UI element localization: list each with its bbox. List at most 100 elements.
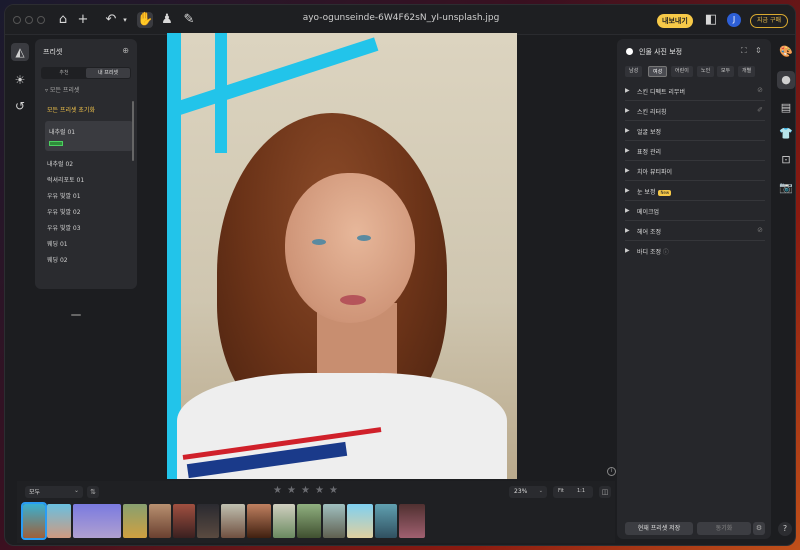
preset-item[interactable]: 내추럴 01	[49, 127, 75, 136]
filmstrip-thumb[interactable]	[73, 504, 121, 538]
preset-item[interactable]: 내추럴 02	[47, 159, 73, 168]
tab-individual[interactable]: 개별	[738, 66, 756, 77]
filmstrip-thumb[interactable]	[347, 504, 373, 538]
star-icon[interactable]: ★	[329, 485, 338, 496]
preset-filter[interactable]: ▿ 모든 프리셋	[45, 85, 79, 94]
chevron-right-icon: ▶	[625, 167, 630, 174]
preset-item[interactable]: 우유 빛깔 01	[47, 191, 81, 200]
filmstrip-thumb[interactable]	[221, 504, 245, 538]
history-icon[interactable]: ↺	[11, 97, 29, 115]
help-circle-icon[interactable]: ⓘ	[663, 249, 669, 256]
section-label: 바디 조정 ⓘ	[637, 247, 669, 256]
camera-icon[interactable]: 📷	[777, 179, 795, 197]
photo-teal-beam	[167, 37, 379, 119]
reset-all-presets-button[interactable]: 모든 프리셋 초기화	[47, 105, 95, 114]
filter-select-value: 모두	[29, 489, 41, 496]
filmstrip-thumb[interactable]	[375, 504, 397, 538]
section-body[interactable]: ▶ 바디 조정 ⓘ	[625, 243, 765, 261]
chevron-down-icon: ⌄	[73, 487, 79, 494]
buy-now-button[interactable]: 지금 구매	[750, 14, 788, 28]
star-icon[interactable]: ★	[273, 485, 282, 496]
fit-group: Fit 1:1	[553, 486, 593, 498]
edit-icon[interactable]: ⊘	[757, 86, 763, 94]
section-face-correction[interactable]: ▶ 얼굴 보정	[625, 123, 765, 141]
section-skin-retouching[interactable]: ▶ 스킨 리터칭 ✐	[625, 103, 765, 121]
background-icon[interactable]: ▤	[777, 99, 795, 117]
star-icon[interactable]: ★	[315, 485, 324, 496]
tab-senior[interactable]: 노인	[697, 66, 715, 77]
title-bar: ⌂ + ↶ ▾ ✋ ♟ ✎ ayo-ogunseinde-6W4F62sN_yI…	[5, 5, 795, 35]
section-label: 헤어 조정	[637, 229, 661, 236]
palette-icon[interactable]: 🎨	[777, 43, 795, 61]
preset-item[interactable]: 럭셔리포토 01	[47, 175, 84, 184]
preset-item[interactable]: 웨딩 01	[47, 239, 68, 248]
filmstrip-thumb[interactable]	[197, 504, 219, 538]
sync-settings-icon[interactable]: ⚙	[753, 522, 765, 535]
preset-item[interactable]: 우유 빛깔 02	[47, 207, 81, 216]
sort-icon[interactable]: ⇅	[87, 486, 99, 498]
main-photo-canvas[interactable]	[167, 33, 517, 479]
tab-my-presets[interactable]: 내 프리셋	[86, 68, 130, 78]
preset-item[interactable]: 우유 빛깔 03	[47, 223, 81, 232]
section-skin-defect-remover[interactable]: ▶ 스킨 디펙트 리무버 ⊘	[625, 83, 765, 101]
fit-button[interactable]: Fit	[558, 488, 564, 494]
filmstrip-thumb[interactable]	[149, 504, 171, 538]
chevron-right-icon: ▶	[625, 107, 630, 114]
section-hair[interactable]: ▶ 헤어 조정 ⊘	[625, 223, 765, 241]
portrait-face-icon	[626, 48, 633, 55]
photo-eye-right	[357, 235, 371, 241]
new-badge: New	[658, 189, 672, 196]
photo-eye-left	[312, 239, 326, 245]
edit-icon[interactable]: ⊘	[757, 226, 763, 234]
compare-split-icon[interactable]: ◧	[703, 12, 719, 28]
help-icon[interactable]: ?	[778, 522, 792, 536]
tab-female[interactable]: 여성	[648, 66, 668, 77]
tab-child[interactable]: 어린이	[671, 66, 693, 77]
zoom-value: 23%	[514, 488, 528, 495]
zoom-select[interactable]: 23% ⌄	[509, 486, 547, 498]
section-label: 스킨 디펙트 리무버	[637, 89, 685, 96]
export-button[interactable]: 내보내기	[657, 14, 693, 28]
save-current-preset-button[interactable]: 현재 프리셋 저장	[625, 522, 693, 535]
swap-icon[interactable]: ⇕	[755, 46, 762, 55]
section-teeth-beautify[interactable]: ▶ 치아 뷰티파이	[625, 163, 765, 181]
portrait-panel: 인물 사진 보정 ⛶ ⇕ 남성 여성 어린이 노인 모두 개별 ▶ 스킨 디펙트…	[617, 39, 771, 539]
actual-size-button[interactable]: 1:1	[577, 488, 585, 494]
adjust-sun-icon[interactable]: ☀	[11, 71, 29, 89]
filmstrip-thumb[interactable]	[173, 504, 195, 538]
star-icon[interactable]: ★	[287, 485, 296, 496]
tab-all[interactable]: 모두	[717, 66, 735, 77]
preset-item[interactable]: 웨딩 02	[47, 255, 68, 264]
filmstrip-thumb[interactable]	[247, 504, 271, 538]
tab-male[interactable]: 남성	[625, 66, 643, 77]
star-icon[interactable]: ★	[301, 485, 310, 496]
face-detect-icon[interactable]: ⛶	[741, 46, 747, 56]
brush-icon[interactable]: ✐	[757, 106, 763, 114]
section-eye-correction[interactable]: ▶ 눈 보정 New	[625, 183, 765, 201]
preset-list-scrollbar[interactable]	[132, 101, 134, 161]
filmstrip-thumb[interactable]	[323, 504, 345, 538]
preset-panel-title: 프리셋	[43, 48, 63, 56]
clothing-icon[interactable]: 👕	[777, 125, 795, 143]
preset-tool-icon[interactable]: ◭	[11, 43, 29, 61]
sync-button[interactable]: 동기화	[697, 522, 751, 535]
filmstrip-thumb[interactable]	[399, 504, 425, 538]
filmstrip-thumb[interactable]	[21, 502, 47, 540]
panel-resize-grip[interactable]	[71, 314, 81, 316]
add-preset-icon[interactable]: ⊕	[122, 46, 129, 55]
filmstrip-thumb[interactable]	[273, 504, 295, 538]
chevron-down-icon: ⌄	[538, 488, 543, 494]
filmstrip-thumb[interactable]	[297, 504, 321, 538]
filmstrip-thumb[interactable]	[123, 504, 147, 538]
compare-view-icon[interactable]: ◫	[599, 486, 611, 498]
info-icon[interactable]: i	[607, 467, 616, 476]
portrait-icon[interactable]: ●	[777, 71, 795, 89]
tab-recommended[interactable]: 추천	[42, 68, 86, 78]
section-expression[interactable]: ▶ 표정 관리	[625, 143, 765, 161]
avatar[interactable]: J	[727, 13, 741, 27]
filmstrip-thumb[interactable]	[47, 504, 71, 538]
crop-icon[interactable]: ⊡	[777, 151, 795, 169]
filmstrip-filter-select[interactable]: 모두 ⌄	[25, 486, 83, 498]
section-makeup[interactable]: ▶ 메이크업	[625, 203, 765, 221]
chevron-right-icon: ▶	[625, 207, 630, 214]
